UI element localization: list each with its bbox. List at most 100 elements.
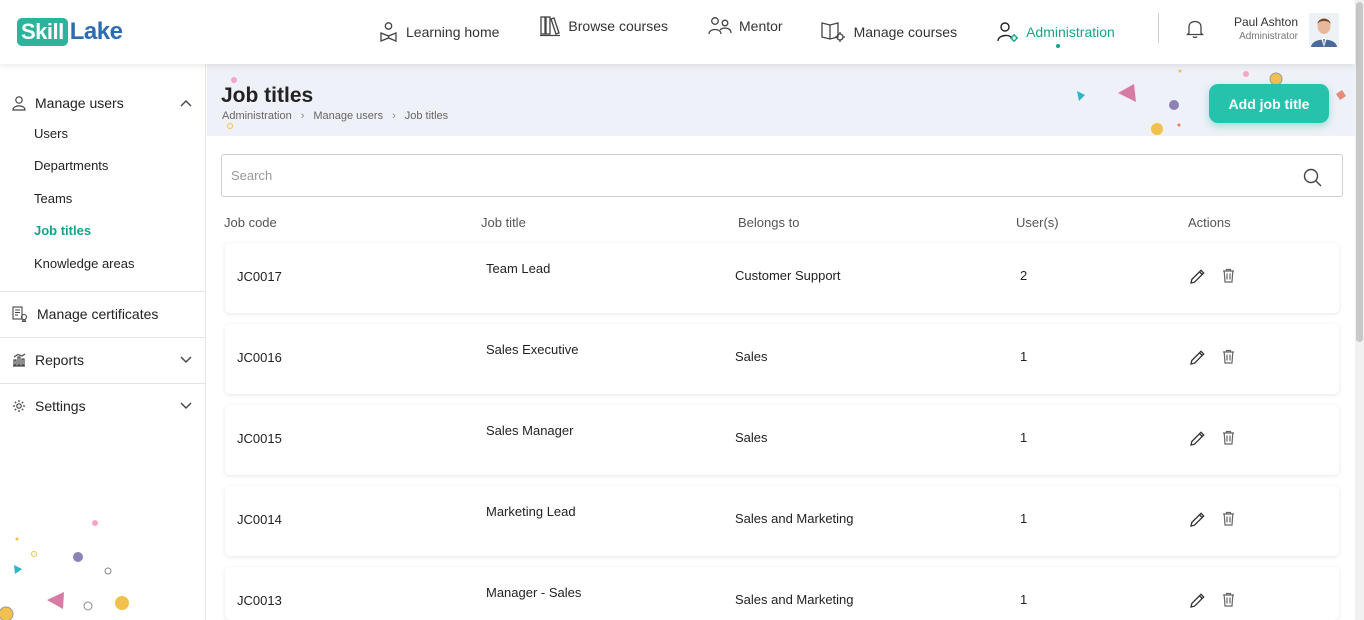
search-input[interactable] bbox=[222, 155, 1282, 196]
user-icon bbox=[12, 95, 26, 111]
sidebar-manage-certificates-label: Manage certificates bbox=[37, 306, 159, 322]
sidebar-item-departments[interactable]: Departments bbox=[34, 158, 108, 173]
sidebar-manage-users-label: Manage users bbox=[35, 95, 124, 111]
scrollbar-thumb[interactable] bbox=[1356, 2, 1363, 342]
search-box bbox=[221, 154, 1343, 197]
edit-icon[interactable] bbox=[1189, 592, 1206, 609]
nav-manage-courses[interactable]: Manage courses bbox=[820, 0, 957, 64]
belongs-to-cell: Sales and Marketing bbox=[735, 592, 854, 607]
edit-icon[interactable] bbox=[1189, 511, 1206, 528]
table-row: JC0015 Sales Manager Sales 1 bbox=[225, 405, 1339, 475]
logo-part-lake: Lake bbox=[69, 18, 123, 45]
edit-icon[interactable] bbox=[1189, 349, 1206, 366]
belongs-to-cell: Sales bbox=[735, 430, 768, 445]
logo-part-skill: Skill bbox=[17, 18, 68, 46]
sidebar-manage-certificates[interactable]: Manage certificates bbox=[0, 303, 206, 325]
nav-browse-courses-label: Browse courses bbox=[568, 18, 668, 34]
header-users[interactable]: User(s) bbox=[1016, 215, 1059, 230]
reports-icon bbox=[13, 353, 26, 367]
sidebar-divider bbox=[0, 383, 206, 384]
sidebar-divider bbox=[0, 337, 206, 338]
edit-icon[interactable] bbox=[1189, 268, 1206, 285]
active-nav-indicator bbox=[1055, 44, 1060, 48]
header-job-code[interactable]: Job code bbox=[224, 215, 277, 230]
breadcrumb: Administration › Manage users › Job titl… bbox=[222, 110, 448, 122]
sidebar-reports-label: Reports bbox=[35, 352, 85, 368]
page-title: Job titles bbox=[221, 84, 314, 107]
header-belongs-to[interactable]: Belongs to bbox=[738, 215, 799, 230]
table-row: JC0013 Manager - Sales Sales and Marketi… bbox=[225, 567, 1339, 620]
user-info[interactable]: Paul Ashton Administrator bbox=[1228, 15, 1298, 42]
job-title-cell: Sales Executive bbox=[486, 342, 579, 357]
table-row: JC0014 Marketing Lead Sales and Marketin… bbox=[225, 486, 1339, 556]
table-row: JC0016 Sales Executive Sales 1 bbox=[225, 324, 1339, 394]
belongs-to-cell: Sales and Marketing bbox=[735, 511, 854, 526]
users-count-cell: 1 bbox=[1020, 349, 1028, 364]
edit-icon[interactable] bbox=[1189, 430, 1206, 447]
breadcrumb-separator: › bbox=[392, 110, 396, 122]
nav-administration[interactable]: Administration bbox=[997, 0, 1115, 64]
nav-mentor[interactable]: Mentor bbox=[708, 0, 783, 58]
chevron-up-icon[interactable] bbox=[180, 99, 192, 107]
job-title-cell: Team Lead bbox=[486, 261, 551, 276]
admin-icon bbox=[997, 22, 1019, 42]
sidebar-item-knowledge-areas[interactable]: Knowledge areas bbox=[34, 256, 134, 271]
chevron-down-icon[interactable] bbox=[180, 356, 192, 364]
breadcrumb-separator: › bbox=[300, 110, 305, 122]
trash-icon[interactable] bbox=[1222, 268, 1235, 283]
nav-learning-home[interactable]: Learning home bbox=[378, 0, 499, 64]
belongs-to-cell: Customer Support bbox=[735, 268, 841, 283]
sidebar-manage-users[interactable]: Manage users bbox=[0, 92, 206, 114]
sidebar-settings[interactable]: Settings bbox=[0, 395, 206, 417]
bell-icon bbox=[1185, 20, 1205, 39]
skilllake-logo[interactable]: Skill Lake bbox=[17, 18, 123, 46]
users-count-cell: 2 bbox=[1020, 268, 1028, 283]
header-divider bbox=[1158, 13, 1159, 43]
user-role: Administrator bbox=[1239, 31, 1298, 42]
top-navigation-bar: Skill Lake Learning home Browse courses … bbox=[0, 0, 1355, 64]
books-icon bbox=[540, 16, 561, 37]
notifications-button[interactable] bbox=[1185, 19, 1205, 44]
nav-browse-courses[interactable]: Browse courses bbox=[539, 0, 668, 58]
main-nav: Learning home Browse courses Mentor Mana… bbox=[378, 0, 1115, 64]
table-row: JC0017 Team Lead Customer Support 2 bbox=[225, 243, 1339, 313]
trash-icon[interactable] bbox=[1222, 430, 1235, 445]
gear-icon bbox=[13, 400, 25, 412]
chevron-down-icon[interactable] bbox=[180, 402, 192, 410]
job-code-cell: JC0015 bbox=[237, 431, 282, 446]
belongs-to-cell: Sales bbox=[735, 349, 768, 364]
learning-home-icon bbox=[380, 22, 397, 42]
job-code-cell: JC0013 bbox=[237, 593, 282, 608]
sidebar-item-job-titles[interactable]: Job titles bbox=[34, 223, 91, 238]
users-count-cell: 1 bbox=[1020, 430, 1028, 445]
trash-icon[interactable] bbox=[1222, 349, 1235, 364]
users-count-cell: 1 bbox=[1020, 511, 1028, 526]
search-icon[interactable] bbox=[1303, 168, 1322, 187]
header-actions: Actions bbox=[1188, 215, 1231, 230]
mentor-icon bbox=[708, 17, 732, 35]
nav-mentor-label: Mentor bbox=[739, 18, 783, 34]
sidebar-item-users[interactable]: Users bbox=[34, 126, 68, 141]
sidebar-reports[interactable]: Reports bbox=[0, 349, 206, 371]
breadcrumb-manage-users[interactable]: Manage users bbox=[313, 110, 383, 122]
job-title-cell: Sales Manager bbox=[486, 423, 574, 438]
sidebar-item-teams[interactable]: Teams bbox=[34, 191, 72, 206]
trash-icon[interactable] bbox=[1222, 511, 1235, 526]
sidebar-decoration bbox=[0, 520, 129, 620]
certificate-icon bbox=[12, 306, 28, 322]
sidebar-settings-label: Settings bbox=[35, 398, 86, 414]
page-scrollbar[interactable] bbox=[1355, 0, 1364, 620]
job-title-cell: Marketing Lead bbox=[486, 504, 576, 519]
breadcrumb-administration[interactable]: Administration bbox=[222, 110, 292, 122]
job-code-cell: JC0014 bbox=[237, 512, 282, 527]
add-job-title-button[interactable]: Add job title bbox=[1209, 84, 1329, 123]
user-avatar[interactable] bbox=[1309, 13, 1339, 47]
manage-courses-icon bbox=[820, 22, 845, 42]
sidebar-divider bbox=[0, 291, 206, 292]
trash-icon[interactable] bbox=[1222, 592, 1235, 607]
sidebar: Manage users Users Departments Teams Job… bbox=[0, 64, 206, 620]
job-title-cell: Manager - Sales bbox=[486, 585, 582, 600]
header-job-title[interactable]: Job title bbox=[481, 215, 526, 230]
user-name: Paul Ashton bbox=[1233, 15, 1298, 29]
users-count-cell: 1 bbox=[1020, 592, 1028, 607]
